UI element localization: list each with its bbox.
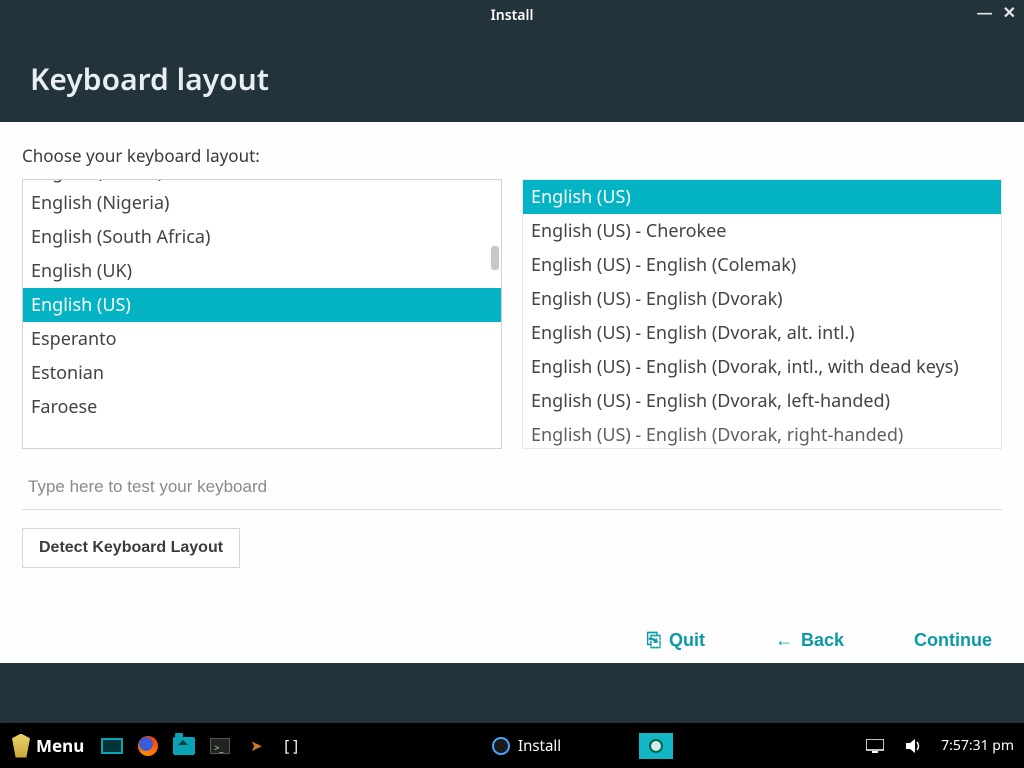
list-item[interactable]: Estonian <box>23 356 501 390</box>
list-item[interactable]: English (US) - English (Dvorak, intl., w… <box>523 350 1001 384</box>
taskbar: Menu >_ ➤ [ ] Install <box>0 723 1024 768</box>
quit-button[interactable]: ⎘ Quit <box>647 630 705 651</box>
taskbar-clock[interactable]: 7:57:31 pm <box>941 736 1014 755</box>
menu-label: Menu <box>36 734 84 757</box>
page-title: Keyboard layout <box>30 58 994 99</box>
detect-layout-button[interactable]: Detect Keyboard Layout <box>22 528 240 568</box>
desktop-icon <box>101 738 123 754</box>
list-item[interactable]: English (US) - English (Colemak) <box>523 248 1001 282</box>
quit-label: Quit <box>669 630 705 651</box>
continue-label: Continue <box>914 630 992 651</box>
continue-button[interactable]: Continue <box>914 630 992 651</box>
pointer-icon: ➤ <box>250 736 263 756</box>
volume-icon <box>906 738 924 754</box>
show-desktop-button[interactable] <box>98 732 126 760</box>
content-area: Choose your keyboard layout: English (Gh… <box>0 122 1024 669</box>
firefox-icon <box>138 736 158 756</box>
list-item[interactable]: Esperanto <box>23 322 501 356</box>
firefox-launcher[interactable] <box>134 732 162 760</box>
layout-columns: English (Ghana) English (Nigeria) Englis… <box>22 179 1002 449</box>
minimize-button[interactable]: — <box>977 4 993 20</box>
list-item-selected[interactable]: English (US) <box>523 180 1001 214</box>
taskbar-task-install[interactable]: Install <box>482 732 571 760</box>
list-item[interactable]: English (Ghana) <box>23 179 501 186</box>
display-icon <box>866 739 884 753</box>
list-item[interactable]: English (US) - English (Dvorak, alt. int… <box>523 316 1001 350</box>
layout-variant-list[interactable]: English (US) English (US) - Cherokee Eng… <box>522 179 1002 449</box>
task-title: Install <box>518 736 561 756</box>
taskbar-active-tile[interactable] <box>639 733 673 759</box>
terminal-launcher[interactable]: >_ <box>206 732 234 760</box>
keyboard-test-input[interactable] <box>22 463 1002 510</box>
nav-buttons: ⎘ Quit ← Back Continue <box>647 630 992 651</box>
menu-button[interactable]: Menu <box>6 730 90 762</box>
exit-icon: ⎘ <box>647 630 661 651</box>
list-item[interactable]: English (US) - English (Dvorak) <box>523 282 1001 316</box>
workspace-switcher[interactable]: [ ] <box>278 732 304 760</box>
taskbar-left: Menu >_ ➤ [ ] <box>0 730 304 762</box>
taskbar-center: Install <box>304 732 851 760</box>
list-item[interactable]: Faroese <box>23 390 501 424</box>
titlebar[interactable]: Install — ✕ <box>0 0 1024 30</box>
list-item-selected[interactable]: English (US) <box>23 288 501 322</box>
close-button[interactable]: ✕ <box>1003 4 1016 20</box>
installer-icon <box>492 737 510 755</box>
workspace-label: [ ] <box>284 736 298 756</box>
scrollbar[interactable] <box>489 180 501 448</box>
prompt-text: Choose your keyboard layout: <box>22 144 1002 167</box>
layout-language-list[interactable]: English (Ghana) English (Nigeria) Englis… <box>22 179 502 449</box>
list-item[interactable]: English (Nigeria) <box>23 186 501 220</box>
tray-display-icon[interactable] <box>861 732 889 760</box>
installer-window: Install — ✕ Keyboard layout Choose your … <box>0 0 1024 723</box>
back-label: Back <box>801 630 844 651</box>
disc-icon <box>649 739 663 753</box>
taskbar-right: 7:57:31 pm <box>851 732 1024 760</box>
pointer-indicator: ➤ <box>242 732 270 760</box>
mint-logo-icon <box>12 734 30 758</box>
page-header: Keyboard layout <box>0 30 1024 121</box>
tray-volume-icon[interactable] <box>901 732 929 760</box>
list-item[interactable]: English (South Africa) <box>23 220 501 254</box>
list-item[interactable]: English (US) - Cherokee <box>523 214 1001 248</box>
footer-gap <box>0 663 1024 723</box>
list-item[interactable]: English (UK) <box>23 254 501 288</box>
back-button[interactable]: ← Back <box>775 630 844 651</box>
window-controls: — ✕ <box>977 4 1016 20</box>
terminal-icon: >_ <box>210 738 230 754</box>
list-item[interactable]: English (US) - English (Dvorak, right-ha… <box>523 418 1001 449</box>
folder-home-icon <box>173 737 195 755</box>
scrollbar-thumb[interactable] <box>491 246 499 270</box>
arrow-left-icon: ← <box>775 630 793 651</box>
list-item[interactable]: English (US) - English (Dvorak, left-han… <box>523 384 1001 418</box>
window-title: Install <box>491 6 534 25</box>
files-launcher[interactable] <box>170 732 198 760</box>
